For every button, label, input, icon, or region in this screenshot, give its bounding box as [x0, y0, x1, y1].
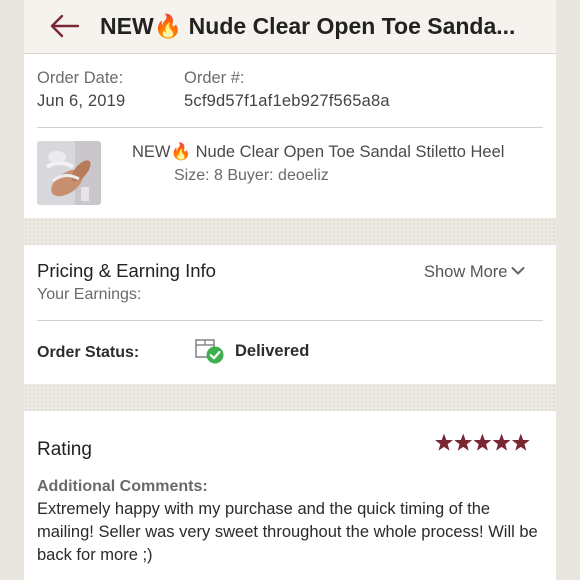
star-rating — [435, 433, 531, 453]
arrow-left-icon — [50, 14, 80, 38]
order-date-block: Order Date: Jun 6, 2019 — [37, 67, 125, 113]
listing-details: Size: 8 Buyer: deoeliz — [174, 167, 329, 184]
star-icon — [511, 433, 530, 451]
order-status-label: Order Status: — [37, 344, 140, 361]
order-status-value: Delivered — [235, 342, 310, 360]
divider — [37, 320, 543, 321]
show-more-button[interactable]: Show More — [424, 260, 525, 284]
listing-thumbnail[interactable] — [37, 141, 101, 205]
product-photo — [37, 141, 101, 205]
pricing-section-title: Pricing & Earning Info — [37, 260, 216, 281]
additional-comments-label: Additional Comments: — [37, 478, 208, 495]
section-separator — [24, 384, 556, 411]
star-icon — [473, 433, 492, 451]
star-icon — [492, 433, 511, 451]
order-number-value[interactable]: 5cf9d57f1af1eb927f565a8a — [184, 90, 390, 113]
chevron-down-icon — [511, 267, 525, 275]
order-number-block: Order #: 5cf9d57f1af1eb927f565a8a — [184, 67, 390, 113]
listing-title[interactable]: NEW🔥 Nude Clear Open Toe Sandal Stiletto… — [132, 141, 504, 164]
rating-label: Rating — [37, 439, 92, 460]
section-separator — [24, 218, 556, 245]
back-button[interactable] — [48, 11, 82, 41]
order-date-value: Jun 6, 2019 — [37, 92, 126, 110]
earnings-label: Your Earnings: — [37, 286, 142, 303]
star-icon — [454, 433, 473, 451]
additional-comments-text: Extremely happy with my purchase and the… — [37, 500, 538, 564]
order-date-label: Order Date: — [37, 69, 124, 87]
divider — [37, 127, 543, 128]
header-bar: NEW🔥 Nude Clear Open Toe Sanda... — [24, 0, 556, 54]
page-title: NEW🔥 Nude Clear Open Toe Sanda... — [100, 13, 516, 39]
order-number-label: Order #: — [184, 69, 245, 87]
package-delivered-icon — [194, 337, 226, 365]
star-icon — [435, 433, 453, 451]
show-more-label: Show More — [424, 263, 508, 281]
order-details-screen: NEW🔥 Nude Clear Open Toe Sanda... Order … — [24, 0, 556, 580]
